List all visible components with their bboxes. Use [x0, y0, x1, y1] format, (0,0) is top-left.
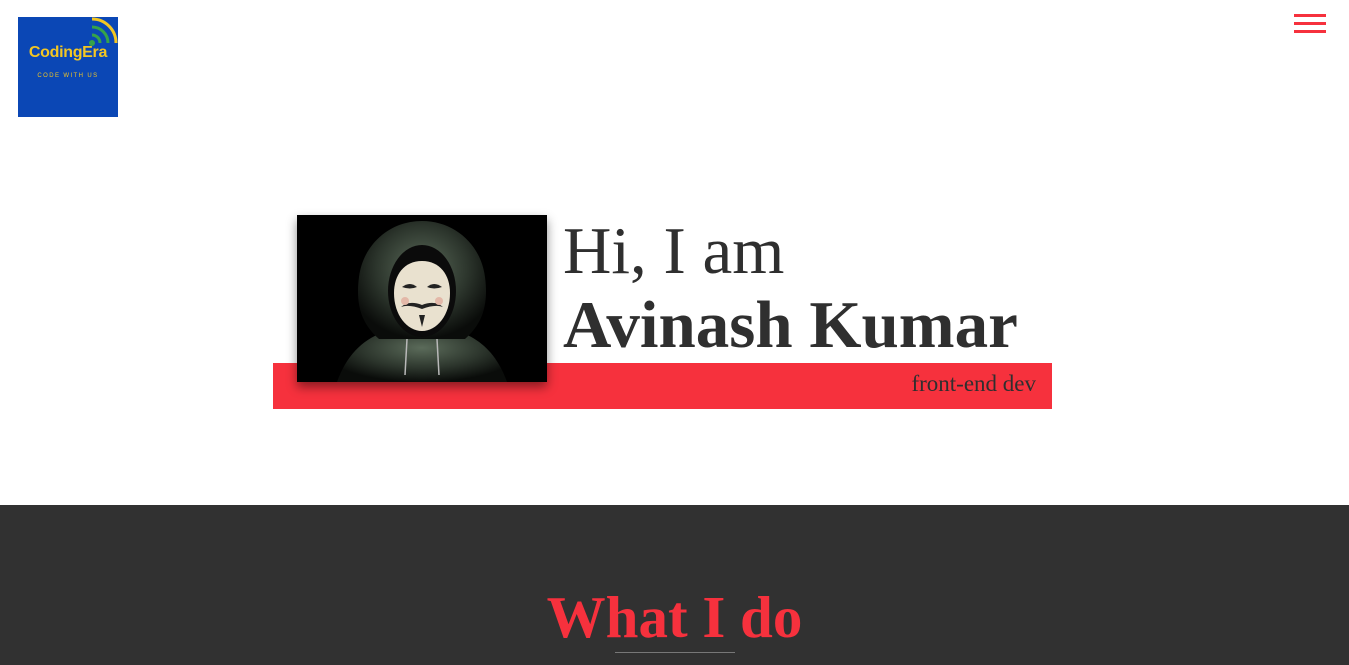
hero-name: Avinash Kumar: [563, 288, 1018, 362]
section-title: What I do: [546, 584, 803, 650]
page: CodingEra CODE WITH US front-end dev Hi,…: [0, 0, 1349, 665]
hooded-mask-icon: [297, 215, 547, 382]
what-i-do-section: What I do: [0, 505, 1349, 665]
avatar: [297, 215, 547, 382]
logo-title: CodingEra: [28, 44, 108, 61]
hero-greeting: Hi, I am: [563, 214, 785, 288]
logo-tagline: CODE WITH US: [37, 73, 99, 79]
wifi-signal-icon: [89, 17, 118, 46]
hamburger-menu-icon[interactable]: [1293, 12, 1327, 36]
role-text: front-end dev: [911, 371, 1036, 396]
site-logo[interactable]: CodingEra CODE WITH US: [18, 17, 118, 117]
section-divider: [615, 652, 735, 653]
